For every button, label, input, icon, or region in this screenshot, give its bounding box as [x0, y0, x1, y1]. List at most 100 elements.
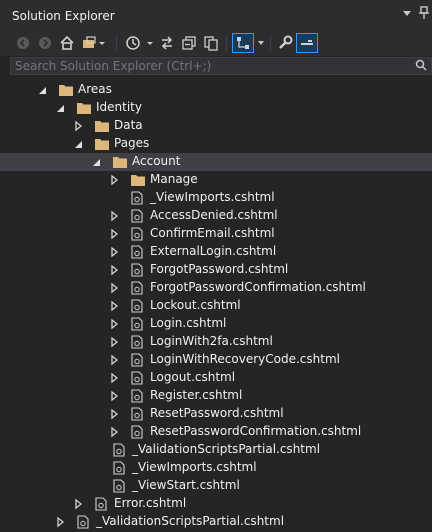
folder-icon — [130, 173, 146, 187]
tree-folder-item[interactable]: Account — [0, 153, 432, 171]
tree-item-label: _ViewStart.cshtml — [132, 478, 240, 492]
razor-file-icon — [130, 371, 146, 385]
tree-item-label: ResetPasswordConfirmation.cshtml — [150, 424, 362, 438]
collapsed-arrow-icon[interactable] — [110, 390, 120, 402]
razor-file-icon — [130, 227, 146, 241]
tree-item-label: _ViewImports.cshtml — [132, 460, 257, 474]
folder-icon — [58, 83, 74, 97]
tree-file-item[interactable]: LoginWith2fa.cshtml — [0, 333, 432, 351]
tree-folder-item[interactable]: Pages — [0, 135, 432, 153]
tree-file-item[interactable]: ResetPasswordConfirmation.cshtml — [0, 423, 432, 441]
razor-file-icon — [130, 425, 146, 439]
expanded-arrow-icon[interactable] — [92, 156, 102, 168]
tree-file-item[interactable]: Lockout.cshtml — [0, 297, 432, 315]
panel-title: Solution Explorer — [12, 9, 115, 23]
tree-folder-item[interactable]: Manage — [0, 171, 432, 189]
tree-file-item[interactable]: _ValidationScriptsPartial.cshtml — [0, 441, 432, 459]
pending-changes-filter-icon[interactable] — [124, 33, 156, 53]
collapsed-arrow-icon[interactable] — [110, 228, 120, 240]
tree-file-item[interactable]: LoginWithRecoveryCode.cshtml — [0, 351, 432, 369]
tree-folder-item[interactable]: Identity — [0, 99, 432, 117]
tree-item-label: Register.cshtml — [150, 388, 243, 402]
expanded-arrow-icon[interactable] — [38, 84, 48, 96]
tree-file-item[interactable]: Register.cshtml — [0, 387, 432, 405]
expanded-arrow-icon[interactable] — [74, 138, 84, 150]
tree-file-item[interactable]: ConfirmEmail.cshtml — [0, 225, 432, 243]
expanded-arrow-icon[interactable] — [56, 102, 66, 114]
razor-file-icon — [130, 209, 146, 223]
razor-file-icon — [112, 479, 128, 493]
tree-file-item[interactable]: _ViewImports.cshtml — [0, 189, 432, 207]
show-all-files-icon[interactable] — [202, 33, 220, 53]
razor-file-icon — [130, 263, 146, 277]
tree-file-item[interactable]: _ViewStart.cshtml — [0, 477, 432, 495]
razor-file-icon — [130, 245, 146, 259]
collapsed-arrow-icon[interactable] — [110, 282, 120, 294]
solution-explorer-toolbar — [0, 30, 432, 56]
folder-icon — [112, 155, 128, 169]
pin-icon[interactable] — [418, 6, 430, 23]
search-input[interactable] — [11, 58, 409, 74]
razor-file-icon — [130, 407, 146, 421]
collapsed-arrow-icon[interactable] — [110, 246, 120, 258]
tree-item-label: Identity — [96, 100, 142, 114]
tree-item-label: Areas — [78, 82, 112, 96]
tree-item-label: AccessDenied.cshtml — [150, 208, 278, 222]
tree-item-label: Pages — [114, 136, 150, 150]
tree-item-label: LoginWith2fa.cshtml — [150, 334, 273, 348]
collapsed-arrow-icon[interactable] — [74, 498, 84, 510]
search-box[interactable] — [10, 57, 432, 75]
home-icon[interactable] — [58, 33, 76, 53]
collapsed-arrow-icon[interactable] — [110, 300, 120, 312]
tree-file-item[interactable]: Error.cshtml — [0, 495, 432, 513]
collapsed-arrow-icon[interactable] — [110, 318, 120, 330]
tree-item-label: Data — [114, 118, 143, 132]
collapsed-arrow-icon[interactable] — [56, 516, 66, 528]
tree-file-item[interactable]: ResetPassword.cshtml — [0, 405, 432, 423]
razor-file-icon — [130, 335, 146, 349]
razor-file-icon — [130, 317, 146, 331]
collapsed-arrow-icon[interactable] — [110, 210, 120, 222]
tree-file-item[interactable]: _ViewImports.cshtml — [0, 459, 432, 477]
forward-arrow-icon[interactable] — [36, 33, 54, 53]
sync-with-active-document-icon[interactable] — [158, 33, 176, 53]
collapsed-arrow-icon[interactable] — [110, 372, 120, 384]
switch-views-icon[interactable] — [80, 33, 108, 53]
collapsed-arrow-icon[interactable] — [110, 354, 120, 366]
razor-file-icon — [130, 389, 146, 403]
preview-selected-items-icon[interactable] — [296, 33, 318, 53]
tree-file-item[interactable]: ForgotPassword.cshtml — [0, 261, 432, 279]
razor-file-icon — [130, 353, 146, 367]
track-active-item-button[interactable] — [232, 33, 254, 53]
tree-file-item[interactable]: Logout.cshtml — [0, 369, 432, 387]
collapsed-arrow-icon[interactable] — [110, 408, 120, 420]
tree-item-label: ExternalLogin.cshtml — [150, 244, 277, 258]
tree-folder-item[interactable]: Data — [0, 117, 432, 135]
tree-file-item[interactable]: AccessDenied.cshtml — [0, 207, 432, 225]
collapsed-arrow-icon[interactable] — [110, 336, 120, 348]
collapsed-arrow-icon[interactable] — [74, 120, 84, 132]
razor-file-icon — [112, 443, 128, 457]
chevron-down-icon[interactable] — [255, 33, 267, 53]
properties-wrench-icon[interactable] — [276, 33, 294, 53]
tree-item-label: _ValidationScriptsPartial.cshtml — [132, 442, 321, 456]
tree-file-item[interactable]: ForgotPasswordConfirmation.cshtml — [0, 279, 432, 297]
tree-file-item[interactable]: Login.cshtml — [0, 315, 432, 333]
collapse-all-icon[interactable] — [180, 33, 198, 53]
tree-item-label: ResetPassword.cshtml — [150, 406, 284, 420]
search-icon[interactable] — [415, 58, 427, 75]
tree-item-label: ForgotPasswordConfirmation.cshtml — [150, 280, 366, 294]
collapsed-arrow-icon[interactable] — [110, 174, 120, 186]
razor-file-icon — [112, 461, 128, 475]
tree-item-label: ForgotPassword.cshtml — [150, 262, 289, 276]
tree-file-item[interactable]: ExternalLogin.cshtml — [0, 243, 432, 261]
back-arrow-icon[interactable] — [14, 33, 32, 53]
collapsed-arrow-icon[interactable] — [110, 426, 120, 438]
razor-file-icon — [76, 515, 92, 529]
tree-folder-item[interactable]: Areas — [0, 81, 432, 99]
collapsed-arrow-icon[interactable] — [110, 264, 120, 276]
tree-file-item[interactable]: _ValidationScriptsPartial.cshtml — [0, 513, 432, 531]
razor-file-icon — [130, 299, 146, 313]
tree-item-label: ConfirmEmail.cshtml — [150, 226, 275, 240]
window-dropdown-icon[interactable] — [402, 6, 412, 23]
